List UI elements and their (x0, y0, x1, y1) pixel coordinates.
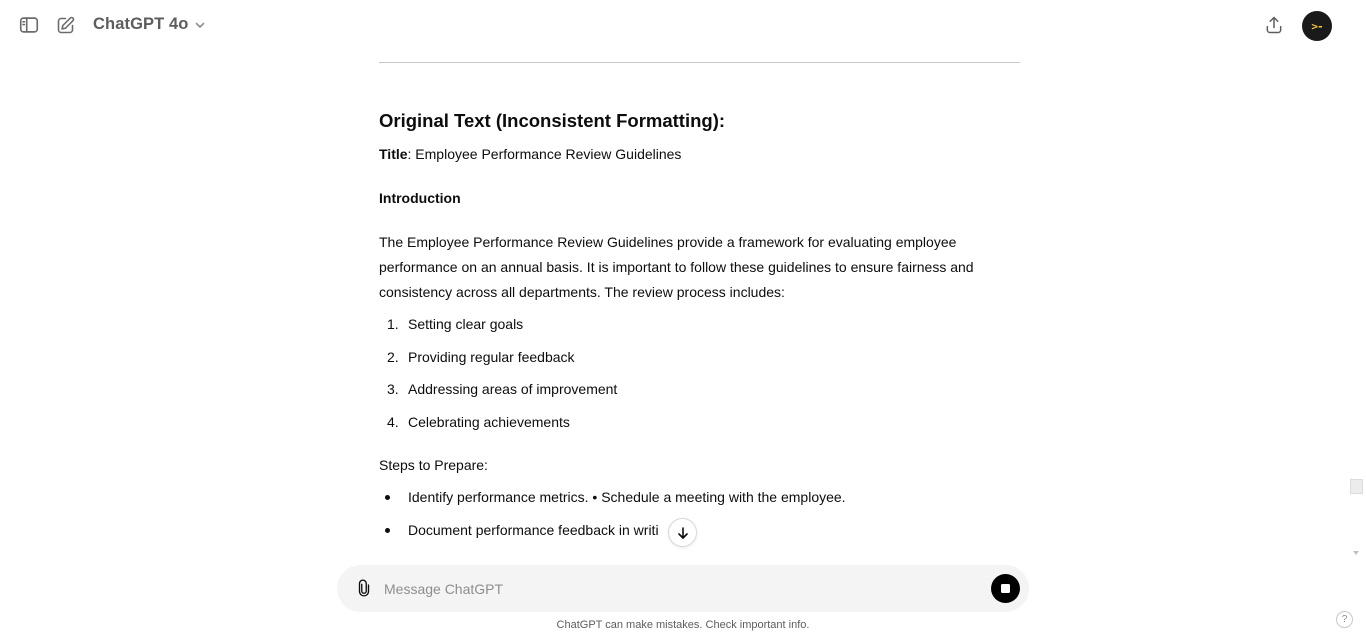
list-item-number: 3. (387, 381, 399, 397)
title-value: : Employee Performance Review Guidelines (407, 146, 682, 162)
help-button[interactable]: ? (1336, 611, 1353, 628)
intro-heading: Introduction (379, 190, 461, 206)
list-item-number: 4. (387, 414, 399, 430)
sidebar-toggle-button[interactable] (15, 11, 43, 39)
arrow-down-icon (677, 526, 688, 539)
list-item-number: 1. (387, 316, 399, 332)
title-line: Title: Employee Performance Review Guide… (379, 142, 681, 167)
stop-generating-button[interactable] (991, 574, 1020, 603)
divider (379, 62, 1020, 63)
list-item-text: Document performance feedback in writi (408, 522, 659, 538)
top-bar: ChatGPT 4o >- (0, 0, 1366, 52)
bullet-icon (385, 495, 390, 500)
model-name: ChatGPT 4o (93, 15, 189, 33)
intro-paragraph: The Employee Performance Review Guidelin… (379, 234, 974, 300)
model-selector[interactable]: ChatGPT 4o (93, 15, 206, 34)
share-icon (1266, 16, 1282, 34)
message-heading: Original Text (Inconsistent Formatting): (379, 110, 726, 131)
message-composer (337, 565, 1029, 612)
chevron-down-icon (196, 22, 205, 28)
scrollbar-thumb[interactable] (1350, 479, 1363, 494)
new-chat-icon (57, 16, 74, 33)
list-item-text: Celebrating achievements (408, 414, 570, 430)
scroll-to-bottom-button[interactable] (668, 518, 697, 547)
list-item-text: Providing regular feedback (408, 349, 575, 365)
stop-icon (1001, 584, 1010, 593)
paperclip-icon (358, 579, 370, 597)
scrollbar-down-arrow[interactable] (1353, 551, 1359, 555)
bullet-icon (385, 528, 390, 533)
new-chat-button[interactable] (51, 11, 79, 39)
attach-button[interactable] (353, 577, 375, 599)
list-item-text: Setting clear goals (408, 316, 524, 332)
steps-heading: Steps to Prepare: (379, 457, 488, 473)
list-item-text: Identify performance metrics. • Schedule… (408, 489, 846, 505)
title-label: Title (379, 146, 408, 162)
list-item-text: Addressing areas of improvement (408, 381, 618, 397)
avatar[interactable]: >- (1302, 11, 1332, 41)
share-button[interactable] (1260, 11, 1288, 39)
sidebar-toggle-icon (19, 17, 39, 33)
message-input[interactable] (384, 575, 974, 602)
disclaimer-text: ChatGPT can make mistakes. Check importa… (556, 619, 810, 631)
list-item-number: 2. (387, 349, 399, 365)
assistant-message: Original Text (Inconsistent Formatting):… (379, 52, 1020, 552)
